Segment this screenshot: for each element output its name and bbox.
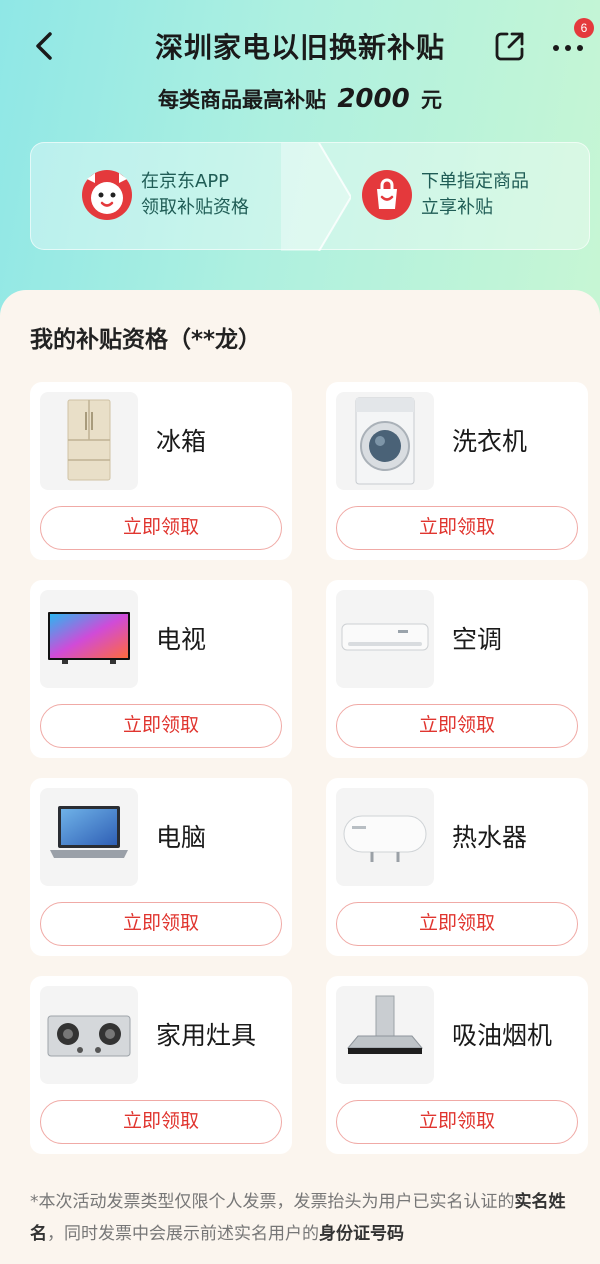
item-name: 空调 (452, 625, 503, 654)
card-laptop: 电脑 立即领取 (30, 778, 292, 956)
item-name: 热水器 (452, 823, 528, 852)
footnote-text-1: *本次活动发票类型仅限个人发票，发票抬头为用户已实名认证的 (30, 1192, 515, 1212)
range-hood-icon (336, 986, 434, 1084)
claim-button[interactable]: 立即领取 (336, 704, 578, 748)
claim-button[interactable]: 立即领取 (336, 506, 578, 550)
step2-line2: 立享补贴 (421, 197, 493, 218)
washing-machine-icon (336, 392, 434, 490)
card-water-heater: 热水器 立即领取 (326, 778, 588, 956)
steps-banner: 在京东APP 领取补贴资格 下单指定商品 立享补贴 (30, 142, 590, 251)
shopping-bag-icon (362, 170, 412, 220)
step1-line1: 在京东APP (141, 171, 230, 192)
subsidy-amount: 2000 (337, 84, 410, 114)
section-title: 我的补贴资格（**龙） (30, 327, 262, 353)
laptop-icon (40, 788, 138, 886)
step-order-products: 下单指定商品 立享补贴 (361, 169, 529, 221)
claim-button[interactable]: 立即领取 (40, 902, 282, 946)
item-name: 家用灶具 (156, 1021, 257, 1050)
card-television: 电视 立即领取 (30, 580, 292, 758)
item-name: 冰箱 (156, 427, 207, 456)
subsidy-prefix: 每类商品最高补贴 (158, 88, 326, 112)
card-range-hood: 吸油烟机 立即领取 (326, 976, 588, 1154)
subsidy-headline: 每类商品最高补贴 2000 元 (0, 84, 600, 114)
share-icon (495, 32, 524, 61)
step-claim-qualification: 在京东APP 领取补贴资格 (81, 169, 249, 221)
item-name: 洗衣机 (452, 427, 528, 456)
water-heater-icon (336, 788, 434, 886)
claim-button[interactable]: 立即领取 (336, 902, 578, 946)
card-refrigerator: 冰箱 立即领取 (30, 382, 292, 560)
claim-button[interactable]: 立即领取 (40, 704, 282, 748)
item-name: 吸油烟机 (452, 1021, 553, 1050)
air-conditioner-icon (336, 590, 434, 688)
notification-badge: 6 (574, 18, 594, 38)
card-air-conditioner: 空调 立即领取 (326, 580, 588, 758)
step1-line2: 领取补贴资格 (141, 197, 249, 218)
share-button[interactable] (492, 28, 528, 64)
claim-button[interactable]: 立即领取 (40, 1100, 282, 1144)
step-divider-chevron (281, 143, 351, 251)
claim-button[interactable]: 立即领取 (336, 1100, 578, 1144)
card-washing-machine: 洗衣机 立即领取 (326, 382, 588, 560)
refrigerator-icon (40, 392, 138, 490)
footnote-bold-id: 身份证号码 (319, 1224, 404, 1244)
item-name: 电脑 (156, 823, 207, 852)
subsidy-unit: 元 (421, 88, 442, 112)
footnote-text-2: ，同时发票中会展示前述实名用户的 (47, 1224, 319, 1244)
item-name: 电视 (156, 625, 207, 654)
card-gas-stove: 家用灶具 立即领取 (30, 976, 292, 1154)
step2-line1: 下单指定商品 (421, 171, 529, 192)
television-icon (40, 590, 138, 688)
jd-mascot-icon (82, 170, 132, 220)
invoice-footnote: *本次活动发票类型仅限个人发票，发票抬头为用户已实名认证的实名姓名，同时发票中会… (30, 1186, 578, 1250)
eligibility-panel: 我的补贴资格（**龙） 冰箱 立即领取 洗衣机 立即领取 电视 立即领取 空调 … (0, 290, 600, 1264)
navbar: 深圳家电以旧换新补贴 6 (0, 0, 600, 90)
claim-button[interactable]: 立即领取 (40, 506, 282, 550)
gas-stove-icon (40, 986, 138, 1084)
